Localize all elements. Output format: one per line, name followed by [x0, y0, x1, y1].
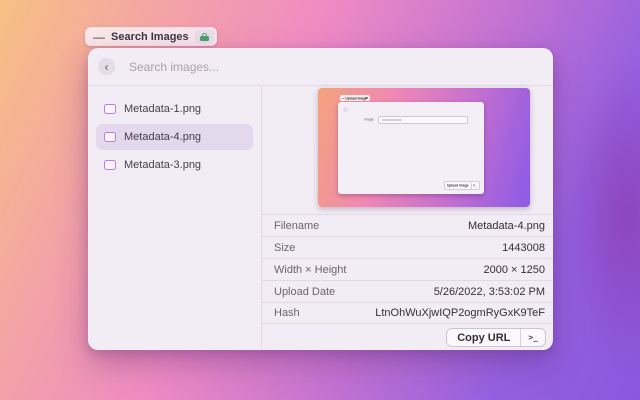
preview-mini-back-button	[343, 107, 348, 112]
meta-label: Filename	[274, 220, 319, 232]
table-row: Width × Height 2000 × 1250	[262, 258, 553, 280]
image-preview-thumbnail: — Upload Image Image	[318, 88, 530, 207]
table-row: Size 1443008	[262, 236, 553, 258]
meta-label: Upload Date	[274, 286, 335, 298]
list-item-selected[interactable]: Metadata-4.png	[96, 124, 253, 150]
preview-mini-terminal-icon: >_	[473, 184, 477, 188]
detail-panel: — Upload Image Image	[262, 86, 553, 349]
image-file-icon	[104, 132, 116, 142]
preview-mini-form-label: Image	[364, 118, 373, 122]
preview-mini-form: Image	[362, 114, 468, 125]
chevron-left-icon: ‹	[105, 61, 109, 73]
preview-mini-upload-button-label: Upload Image	[447, 184, 469, 188]
table-row: Filename Metadata-4.png	[262, 214, 553, 236]
action-button-group: Copy URL >_	[446, 328, 546, 347]
copy-url-button[interactable]: Copy URL	[447, 329, 520, 346]
table-row: Hash LtnOhWuXjwIQP2ogmRyGxK9TeF	[262, 302, 553, 324]
file-name: Metadata-1.png	[124, 103, 201, 115]
tab-label: Search Images	[111, 31, 189, 43]
terminal-button[interactable]: >_	[520, 329, 545, 346]
image-file-icon	[104, 104, 116, 114]
window-body: Metadata-1.png Metadata-4.png Metadata-3…	[88, 86, 553, 349]
search-bar: ‹	[88, 48, 553, 86]
lock-icon	[200, 33, 209, 41]
meta-value: Metadata-4.png	[468, 220, 545, 232]
meta-label: Width × Height	[274, 264, 346, 276]
image-file-icon	[104, 160, 116, 170]
wallpaper-blob	[566, 60, 640, 370]
back-button[interactable]: ‹	[98, 58, 115, 75]
list-item[interactable]: Metadata-3.png	[96, 152, 253, 178]
preview-mini-tab-label: — Upload Image	[342, 96, 368, 100]
metadata-table: Filename Metadata-4.png Size 1443008 Wid…	[262, 214, 553, 324]
meta-value: LtnOhWuXjwIQP2ogmRyGxK9TeF	[375, 307, 545, 319]
preview-mini-actions: Upload Image >_	[444, 181, 481, 190]
search-input[interactable]	[129, 60, 543, 74]
tab-minus-glyph: —	[93, 31, 105, 43]
file-list: Metadata-1.png Metadata-4.png Metadata-3…	[88, 86, 262, 349]
file-name: Metadata-4.png	[124, 131, 201, 143]
meta-label: Hash	[274, 307, 300, 319]
meta-value: 2000 × 1250	[484, 264, 545, 276]
preview-mini-window: Image Upload Image >	[338, 102, 484, 194]
search-images-tab[interactable]: — Search Images	[85, 27, 217, 46]
meta-label: Size	[274, 242, 295, 254]
desktop: — Search Images ‹ Metadata-1.png	[0, 0, 640, 400]
file-name: Metadata-3.png	[124, 159, 201, 171]
preview-mini-tab: — Upload Image	[340, 95, 370, 101]
list-item[interactable]: Metadata-1.png	[96, 96, 253, 122]
preview-mini-input	[378, 116, 468, 124]
table-row: Upload Date 5/26/2022, 3:53:02 PM	[262, 280, 553, 302]
search-images-window: ‹ Metadata-1.png Metadata-4.png Metadata…	[88, 48, 553, 350]
meta-value: 1443008	[502, 242, 545, 254]
meta-value: 5/26/2022, 3:53:02 PM	[434, 286, 545, 298]
lock-chip	[195, 30, 214, 43]
terminal-icon: >_	[528, 333, 538, 342]
